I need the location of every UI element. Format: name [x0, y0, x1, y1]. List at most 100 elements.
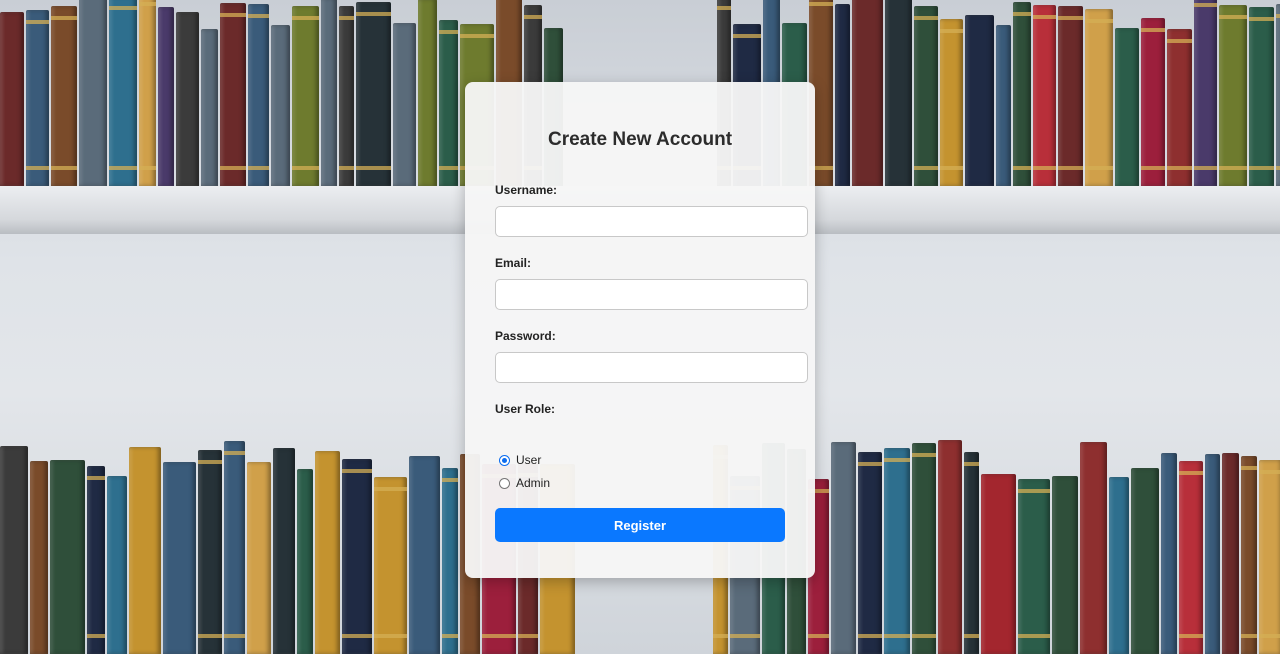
book-spine — [835, 4, 850, 186]
book-spine — [1179, 461, 1203, 654]
book-band — [1018, 489, 1050, 493]
book-spine — [418, 0, 437, 186]
book-band — [1219, 15, 1247, 19]
book-band — [342, 634, 372, 638]
book-spine — [1080, 442, 1107, 654]
book-band — [808, 634, 829, 638]
book-spine — [50, 460, 85, 654]
book-spine — [129, 447, 161, 654]
register-card: Create New Account Username: Email: Pass… — [465, 82, 815, 578]
book-band — [1085, 19, 1113, 23]
book-band — [482, 634, 516, 638]
book-band — [356, 166, 391, 170]
book-band — [139, 2, 156, 6]
book-spine — [271, 25, 290, 186]
book-band — [717, 6, 731, 10]
book-band — [87, 476, 105, 480]
book-band — [87, 634, 105, 638]
book-band — [224, 451, 245, 455]
book-spine — [981, 474, 1016, 654]
book-spine — [224, 441, 245, 654]
book-band — [198, 460, 222, 464]
book-spine — [79, 0, 107, 186]
book-band — [109, 6, 137, 10]
book-spine — [831, 442, 856, 654]
book-band — [518, 634, 538, 638]
book-band — [940, 166, 963, 170]
book-spine — [1109, 477, 1129, 654]
book-spine — [439, 20, 458, 186]
book-spine — [1131, 468, 1159, 654]
book-spine — [1018, 479, 1050, 654]
book-spine — [852, 0, 883, 186]
book-spine — [1052, 476, 1078, 654]
username-input[interactable] — [495, 206, 808, 237]
book-band — [524, 15, 542, 19]
book-band — [220, 166, 246, 170]
book-spine — [339, 6, 354, 186]
book-spine — [1033, 5, 1056, 186]
role-option-user[interactable]: User — [499, 453, 541, 467]
book-spine — [342, 459, 372, 654]
book-band — [1276, 14, 1280, 18]
book-spine — [1085, 9, 1113, 186]
book-spine — [1241, 456, 1257, 654]
email-input[interactable] — [495, 279, 808, 310]
book-band — [51, 166, 77, 170]
radio-user[interactable] — [499, 454, 510, 466]
book-band — [292, 166, 319, 170]
book-band — [858, 462, 882, 466]
book-spine — [965, 15, 994, 186]
book-band — [460, 34, 494, 38]
book-spine — [247, 462, 271, 654]
book-spine — [87, 466, 105, 654]
book-spine — [0, 12, 24, 186]
book-spine — [51, 6, 77, 186]
book-band — [1219, 166, 1247, 170]
book-band — [733, 34, 761, 38]
username-label: Username: — [495, 183, 558, 197]
book-band — [51, 16, 77, 20]
book-spine — [393, 23, 416, 186]
book-band — [109, 166, 137, 170]
book-spine — [107, 476, 127, 654]
book-spine — [1161, 453, 1177, 654]
book-spine — [356, 2, 391, 186]
book-band — [1194, 166, 1217, 170]
book-band — [912, 634, 936, 638]
book-band — [1033, 15, 1056, 19]
book-band — [374, 487, 407, 491]
book-band — [1167, 39, 1192, 43]
book-band — [339, 16, 354, 20]
register-button[interactable]: Register — [495, 508, 785, 542]
book-spine — [374, 477, 407, 654]
book-band — [1167, 166, 1192, 170]
book-spine — [158, 7, 174, 186]
password-input[interactable] — [495, 352, 808, 383]
book-band — [1058, 16, 1083, 20]
book-spine — [109, 0, 137, 186]
book-band — [713, 634, 728, 638]
book-band — [1013, 166, 1031, 170]
book-band — [1179, 471, 1203, 475]
book-spine — [912, 443, 936, 654]
book-band — [1141, 28, 1165, 32]
role-option-admin[interactable]: Admin — [499, 476, 550, 490]
radio-admin[interactable] — [499, 477, 510, 489]
book-band — [139, 166, 156, 170]
book-band — [198, 634, 222, 638]
book-spine — [1013, 2, 1031, 186]
book-spine — [1276, 4, 1280, 186]
book-band — [1276, 166, 1280, 170]
book-spine — [1259, 460, 1280, 654]
book-band — [439, 30, 458, 34]
book-band — [1033, 166, 1056, 170]
book-band — [442, 478, 458, 482]
book-spine — [964, 452, 979, 654]
book-band — [1058, 166, 1083, 170]
book-band — [809, 2, 833, 6]
book-band — [292, 16, 319, 20]
book-band — [248, 14, 269, 18]
book-band — [912, 453, 936, 457]
book-band — [1241, 634, 1257, 638]
